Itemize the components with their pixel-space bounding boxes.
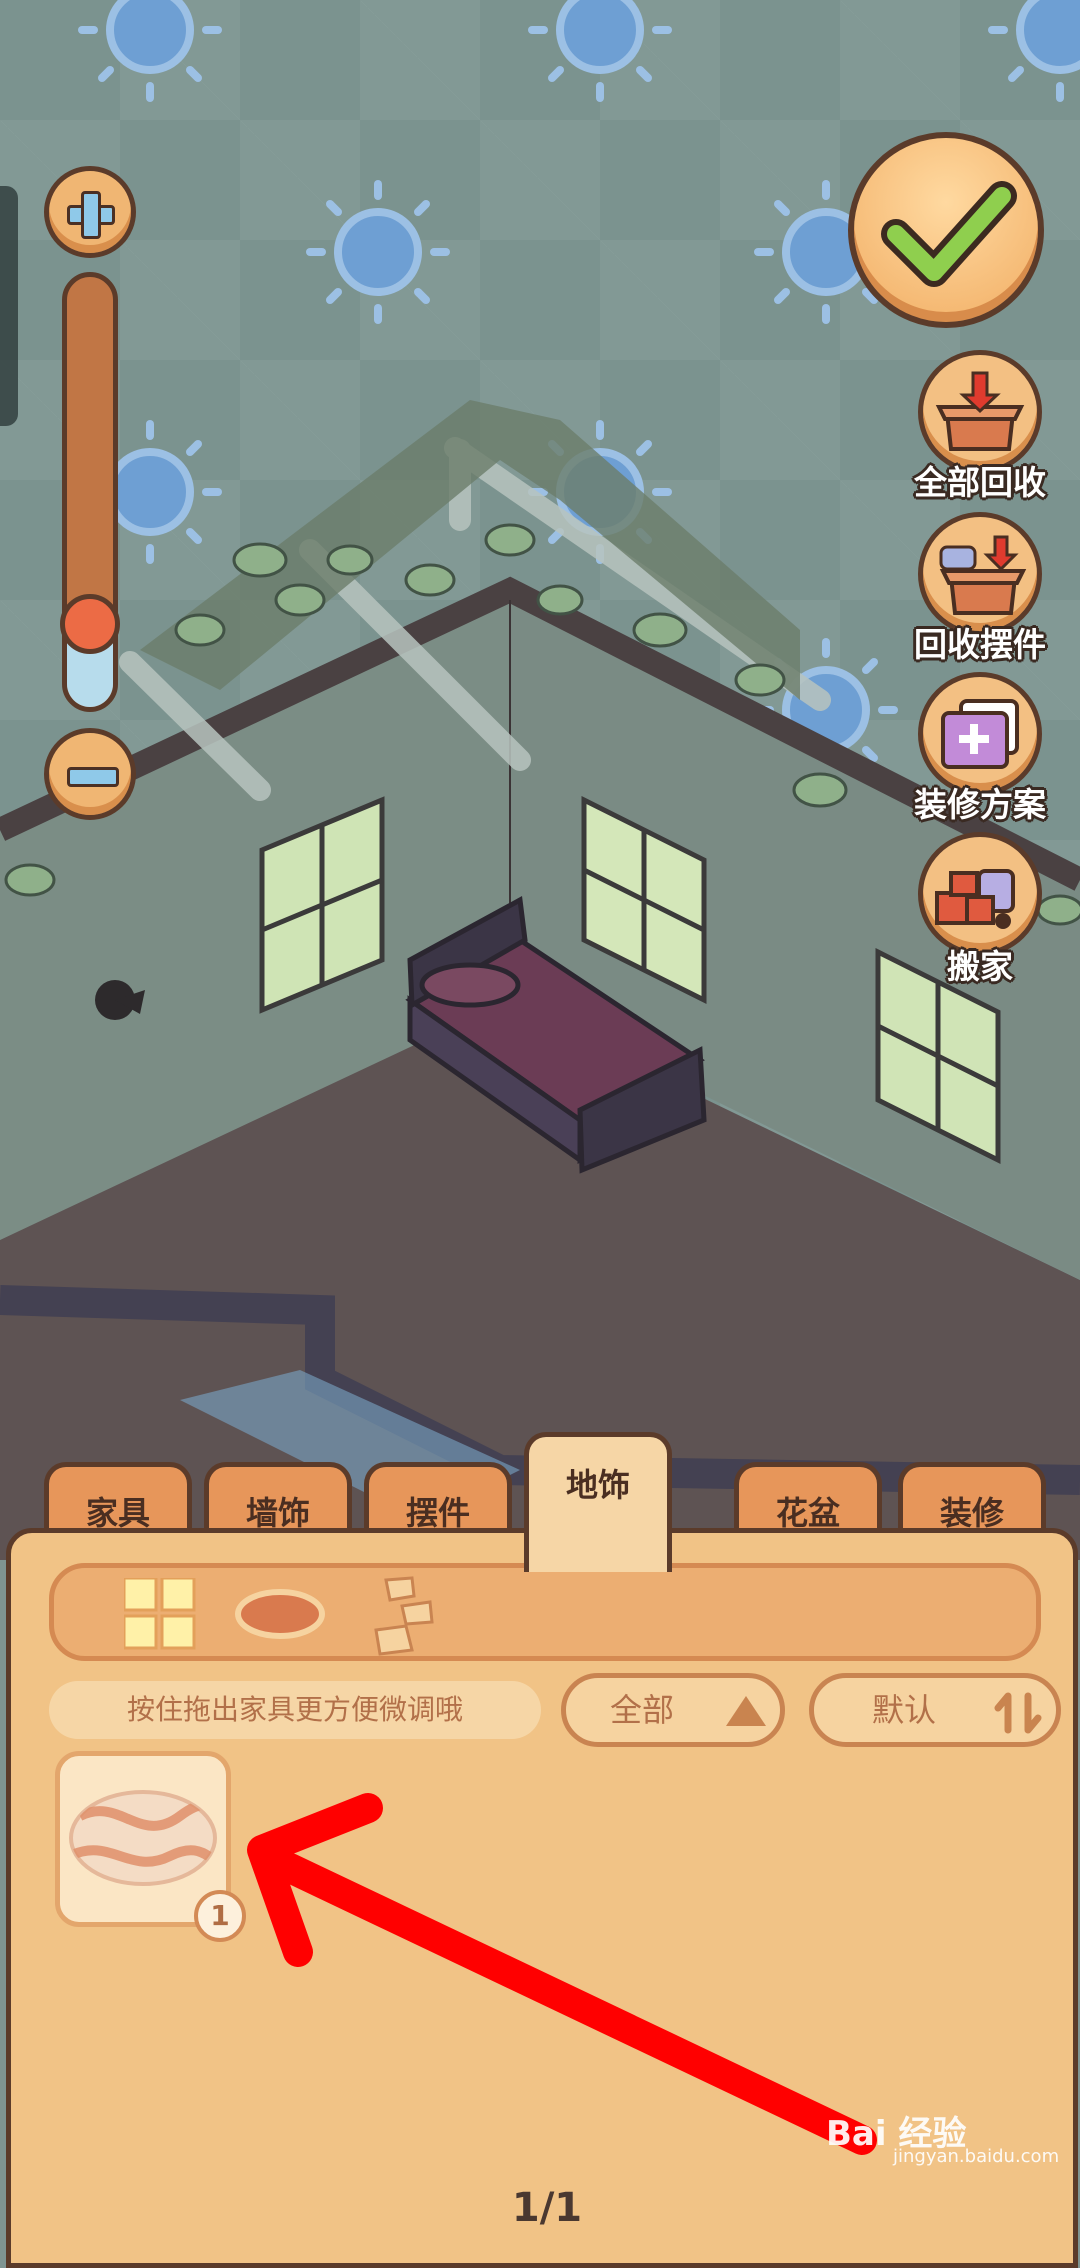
- drag-hint: 按住拖出家具更方便微调哦: [49, 1681, 541, 1739]
- box-recycle-icon: [935, 371, 1025, 451]
- inventory-item-card[interactable]: 1: [55, 1751, 246, 1942]
- confirm-button[interactable]: [848, 132, 1044, 328]
- recycle-all-label: 全部回收: [914, 463, 1046, 502]
- moving-truck-icon: [935, 869, 1015, 929]
- decoration-plan-icon: [941, 699, 1019, 769]
- zoom-out-button[interactable]: [44, 728, 136, 820]
- minus-icon: [67, 767, 119, 787]
- sun-icon: [532, 0, 668, 98]
- sort-icon: [994, 1692, 1042, 1734]
- sort-label: 默认: [872, 1691, 937, 1729]
- decoration-plan-label: 装修方案: [914, 785, 1046, 824]
- category-filter-label: 全部: [610, 1691, 675, 1729]
- recycle-ornaments-label: 回收摆件: [914, 625, 1046, 664]
- move-house-label: 搬家: [947, 947, 1013, 986]
- side-drawer-handle[interactable]: [0, 186, 18, 426]
- grid-tiles-icon[interactable]: [122, 1576, 196, 1650]
- page-indicator: 1/1: [511, 2185, 583, 2231]
- baidu-watermark-url: jingyan.baidu.com: [893, 2146, 1060, 2167]
- subcategory-bar: [49, 1563, 1041, 1661]
- zoom-slider-handle[interactable]: [60, 594, 120, 654]
- checkmark-icon: [881, 181, 1017, 287]
- triangle-up-icon: [726, 1696, 766, 1726]
- zoom-in-button[interactable]: [44, 166, 136, 258]
- tab-floor-decor[interactable]: 地饰: [524, 1432, 672, 1572]
- oval-rug-icon[interactable]: [234, 1588, 326, 1640]
- sun-icon: [992, 0, 1080, 98]
- item-count-badge: 1: [194, 1890, 246, 1942]
- move-house-button[interactable]: [918, 832, 1042, 956]
- category-filter-dropdown[interactable]: 全部: [561, 1673, 785, 1747]
- stones-icon[interactable]: [372, 1576, 438, 1656]
- sun-icon: [310, 184, 446, 320]
- sun-icon: [82, 0, 218, 98]
- sort-dropdown[interactable]: 默认: [809, 1673, 1061, 1747]
- recycle-ornament-icon: [939, 535, 1027, 615]
